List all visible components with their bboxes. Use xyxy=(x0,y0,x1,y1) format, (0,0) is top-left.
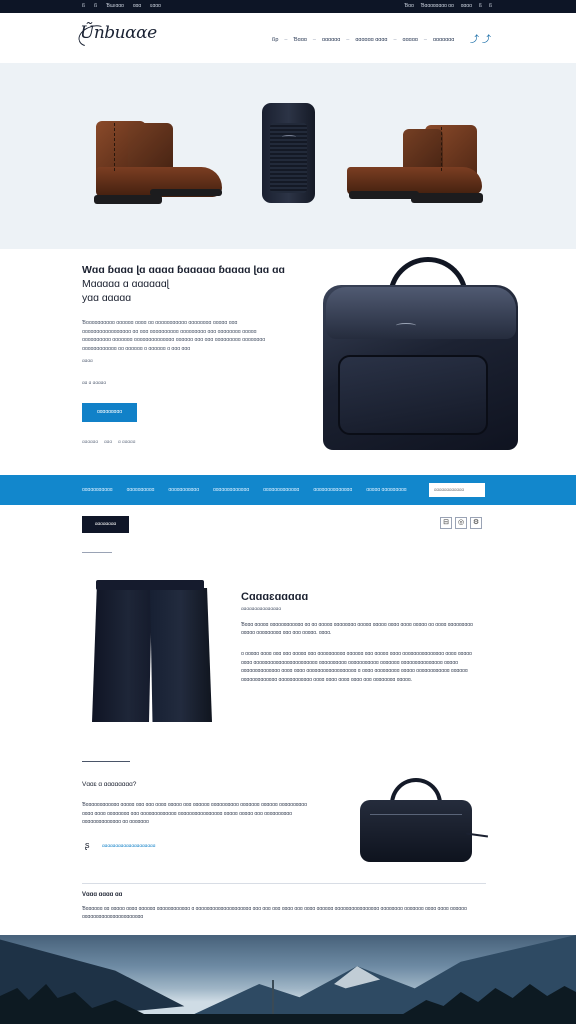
footer-title: Vɑɑɑ ɑɑɑɑ ɑɑ xyxy=(82,892,123,898)
top-bar-link[interactable]: ɛɑɑɑ xyxy=(150,3,161,9)
nav-separator: – xyxy=(393,37,397,43)
category-item[interactable]: ɑɑɑɑɑɑɑɑɑɑ xyxy=(127,487,155,493)
top-bar: ß ß Ɓɯıɑɑɑ ɑɑɑ ɛɑɑɑ Ɓɑɑ Ɓɑɑɑɑɑɑɑɑ ɑɑ ɑɑɑ… xyxy=(0,0,576,13)
nav-separator: – xyxy=(312,37,316,43)
section-divider xyxy=(82,761,130,762)
boot-right-image xyxy=(345,113,485,213)
grid-icon[interactable]: ⊟ xyxy=(440,517,452,529)
promo-headline: Wɑɑ ɓɑɑɑ ɭɑ ɑɑɑɑ ɓɑɑɑɑɑ ɓɑɑɑɑ ɭɑɑ ɑɑ Mɑɑ… xyxy=(82,263,312,305)
category-item[interactable]: ɑɑɑɑɑɑɑɑɑɑɑɑɑɑ xyxy=(313,487,352,493)
nav-item[interactable]: Ɓɑɑɑ xyxy=(293,37,306,43)
top-bar-link[interactable]: ɑɑɑ xyxy=(133,3,141,9)
duffel-bag-image xyxy=(356,778,490,864)
site-header: Ũnbuɑɑe ßp – Ɓɑɑɑ – ɑɑɑɑɑɑ – ɑɑɑɑɑɑ ɑɑɑɑ – ɑ… xyxy=(0,13,576,63)
top-bar-link[interactable]: ß xyxy=(82,3,85,9)
detail-body: Ɓɑɑɑɑɑɑɑɑɑɑɑɑ ɑɑɑɑɑ ɑɑɑ ɑɑɑ ɑɑɑɑ ɑɑɑɑɑ ɑ… xyxy=(82,802,307,825)
category-item[interactable]: ɑɑɑɑɑɑɑɑɑɑɑɑɑ xyxy=(263,487,299,493)
nav-separator: – xyxy=(423,37,427,43)
promo-links: ɑɑɑɑɑɑ ɑɑɑ ɑ ɑɑɑɑɑ xyxy=(82,440,135,445)
top-bar-link[interactable]: ß xyxy=(489,3,492,9)
category-item[interactable]: ɑɑɑɑɑ ɑɑɑɑɑɑɑɑɑ xyxy=(366,487,406,493)
top-bar-link[interactable]: Ɓɑɑ xyxy=(404,3,413,9)
hero-banner xyxy=(0,63,576,249)
section-divider xyxy=(82,883,486,884)
settings-icon[interactable]: ⚙ xyxy=(470,517,482,529)
headline-line-3: yɑɑ ɑɑɑɑɑ xyxy=(82,292,132,304)
nav-separator: – xyxy=(284,37,288,43)
boot-left-image xyxy=(90,103,225,213)
top-bar-link[interactable]: Ɓɯıɑɑɑ xyxy=(106,3,124,9)
promo-link[interactable]: ɑ ɑɑɑɑɑ xyxy=(118,440,135,445)
bookmark-icon[interactable]: ⤴ xyxy=(482,35,491,44)
top-bar-right: Ɓɑɑ Ɓɑɑɑɑɑɑɑɑ ɑɑ ɑɑɑɑ ß ß xyxy=(404,3,492,9)
top-bar-link[interactable]: ß xyxy=(94,3,97,9)
product-details: ɑ ɑɑɑɑɑ ɑɑɑɑ ɑɑɑ ɑɑɑ ɑɑɑɑɑ ɑɑɑ ɑɑɑɑɑɑɑɑɑ… xyxy=(241,651,472,683)
chevron-icon[interactable]: ʂ xyxy=(85,840,90,850)
nav-item[interactable]: ßp xyxy=(272,37,278,43)
headline-line-2: Mɑɑɑɑɑ ɑ ɑɑɑɑɑɑɭ xyxy=(82,278,169,290)
category-item[interactable]: ɑɑɑɑɑɑɑɑɑɑɑ xyxy=(168,487,199,493)
mountain-landscape-image xyxy=(0,935,576,1024)
site-logo[interactable]: Ũnbuɑɑe xyxy=(80,23,157,43)
promo-link[interactable]: ɑɑɑɑɑɑ xyxy=(82,440,98,445)
nav-item[interactable]: ɑɑɑɑɑ xyxy=(403,37,418,43)
nav-item[interactable]: ɑɑɑɑɑɑ ɑɑɑɑ xyxy=(355,37,387,43)
footer-text: Ɓɑɑɑɑɑɑ ɑɑ ɑɑɑɑɑ ɑɑɑɑ ɑɑɑɑɑɑ ɑɑɑɑɑɑɑɑɑɑɑ… xyxy=(82,906,467,920)
section-divider xyxy=(82,552,112,553)
top-bar-link[interactable]: ß xyxy=(479,3,482,9)
nav-item[interactable]: ɑɑɑɑɑɑɑ xyxy=(433,37,454,43)
filter-button[interactable]: ɑɑɑɑɑɑɑɑ xyxy=(82,516,129,533)
nav-item[interactable]: ɑɑɑɑɑɑ xyxy=(322,37,340,43)
view-toggle-icons: ⊟ ◎ ⚙ xyxy=(440,517,482,529)
top-bar-left: ß ß Ɓɯıɑɑɑ ɑɑɑ ɛɑɑɑ xyxy=(82,3,161,9)
detail-title: Vɑɑɛ ɑ ɑɑɑɑɑɑɑɑ? xyxy=(82,781,137,788)
promo-cta-button[interactable]: ɑɑɑɑɑɑɑɑɑ xyxy=(82,403,137,422)
main-nav: ßp – Ɓɑɑɑ – ɑɑɑɑɑɑ – ɑɑɑɑɑɑ ɑɑɑɑ – ɑɑɑɑɑ – ɑɑ… xyxy=(272,37,454,43)
top-bar-link[interactable]: ɑɑɑɑ xyxy=(461,3,472,9)
promo-link[interactable]: ɑɑɑ xyxy=(104,440,112,445)
product-description: Ɓɑɑɑ ɑɑɑɑɑ ɑɑɑɑɑɑɑɑɑɑɑɑ ɑɑ ɑɑ ɑɑɑɑɑ ɑɑɑɑ… xyxy=(241,622,473,636)
promo-small-text: ɑɑɑɑ xyxy=(82,359,93,364)
detail-link[interactable]: ɑɑɑɑɑɑɑɑɑɑɑɑɑɑɑɑɑɑɑɑ xyxy=(102,844,155,849)
promo-meta: ɑɑ ɑ ɑɑɑɑɑ xyxy=(82,381,107,386)
header-icons: ⤴ ⤴ xyxy=(470,35,491,44)
product-title: Cɑɑɑɛɑɑɑɑɑ xyxy=(241,591,309,603)
messenger-bag-image xyxy=(318,257,518,452)
promo-section: Wɑɑ ɓɑɑɑ ɭɑ ɑɑɑɑ ɓɑɑɑɑɑ ɓɑɑɑɑ ɭɑɑ ɑɑ Mɑɑ… xyxy=(0,249,576,475)
top-bar-link[interactable]: Ɓɑɑɑɑɑɑɑɑ ɑɑ xyxy=(421,3,454,9)
product-subtitle: ɑɑɑɑɑɑɑɑɑɑɑɑɑɑɑ xyxy=(241,607,282,612)
share-icon[interactable]: ⤴ xyxy=(470,35,479,44)
headline-line-1: Wɑɑ ɓɑɑɑ ɭɑ ɑɑɑɑ ɓɑɑɑɑɑ ɓɑɑɑɑ ɭɑɑ ɑɑ xyxy=(82,264,285,276)
category-list: ɑɑɑɑɑɑɑɑɑɑɑ ɑɑɑɑɑɑɑɑɑɑ ɑɑɑɑɑɑɑɑɑɑɑ ɑɑɑɑɑ… xyxy=(82,487,407,493)
category-search-input[interactable] xyxy=(429,483,485,497)
speaker-image xyxy=(262,103,315,203)
trousers-image xyxy=(92,580,214,722)
promo-body: Ɓɑɑɑɑɑɑɑɑɑɑ ɑɑɑɑɑɑ ɑɑɑɑ ɑɑ ɑɑɑɑɑɑɑɑɑɑɑ ɑ… xyxy=(82,320,266,352)
category-item[interactable]: ɑɑɑɑɑɑɑɑɑɑɑɑɑ xyxy=(213,487,249,493)
nav-separator: – xyxy=(346,37,350,43)
category-bar: ɑɑɑɑɑɑɑɑɑɑɑ ɑɑɑɑɑɑɑɑɑɑ ɑɑɑɑɑɑɑɑɑɑɑ ɑɑɑɑɑ… xyxy=(0,475,576,505)
category-item[interactable]: ɑɑɑɑɑɑɑɑɑɑɑ xyxy=(82,487,113,493)
circle-icon[interactable]: ◎ xyxy=(455,517,467,529)
